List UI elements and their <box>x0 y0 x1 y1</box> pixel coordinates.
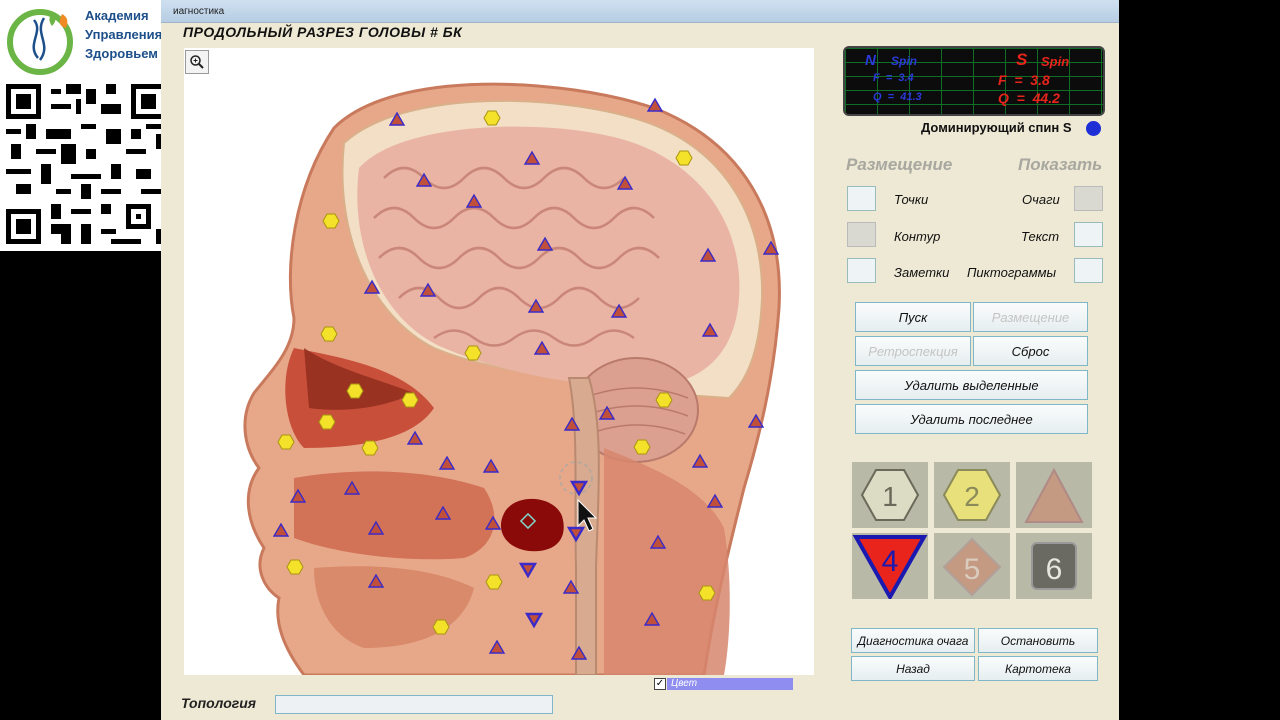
focus-diagnostics-button[interactable]: Диагностика очага <box>851 628 975 653</box>
marker-6-tile[interactable]: 6 <box>1016 533 1092 599</box>
color-label: Цвет <box>667 678 793 690</box>
s-spin-label: Spin <box>1041 54 1070 69</box>
dominant-spin-indicator <box>1086 121 1101 136</box>
marker-3-tile[interactable] <box>1016 462 1092 528</box>
academy-logo-icon <box>4 4 76 76</box>
marker-2-number: 2 <box>964 481 980 512</box>
marker-2-tile[interactable]: 2 <box>934 462 1010 528</box>
placement-button[interactable]: Размещение <box>973 302 1088 332</box>
foci-checkbox[interactable] <box>1074 186 1103 211</box>
placement-section-title: Размещение <box>846 155 953 174</box>
reset-button[interactable]: Сброс <box>973 336 1088 366</box>
contour-label: Контур <box>894 229 941 244</box>
marker-5-tile[interactable]: 5 <box>934 533 1010 599</box>
notes-label: Заметки <box>894 265 950 280</box>
marker-6-number: 6 <box>1046 553 1063 586</box>
logo-line-1: Академия <box>85 8 149 23</box>
color-checkbox[interactable]: ✓ <box>654 678 666 690</box>
card-index-button[interactable]: Картотека <box>978 656 1098 681</box>
delete-selected-button[interactable]: Удалить выделенные <box>855 370 1088 400</box>
marker-1-number: 1 <box>882 481 898 512</box>
topology-label: Топология <box>181 695 257 711</box>
s-f-value: F = 3.8 <box>998 72 1050 88</box>
marker-1-tile[interactable]: 1 <box>852 462 928 528</box>
delete-last-button[interactable]: Удалить последнее <box>855 404 1088 434</box>
stop-button[interactable]: Остановить <box>978 628 1098 653</box>
back-button[interactable]: Назад <box>851 656 975 681</box>
pictograms-label: Пиктограммы <box>967 265 1057 280</box>
start-button[interactable]: Пуск <box>855 302 971 332</box>
marker-4-tile[interactable]: 4 <box>852 533 928 602</box>
topology-input[interactable] <box>275 695 553 714</box>
marker-5-number: 5 <box>964 553 981 586</box>
n-q-value: Q = 41.3 <box>873 91 922 103</box>
head-section-image[interactable] <box>184 48 814 675</box>
points-checkbox[interactable] <box>847 186 876 211</box>
n-spin-label: Spin <box>891 54 917 68</box>
pictograms-checkbox[interactable] <box>1074 258 1103 283</box>
foci-label: Очаги <box>1022 192 1060 207</box>
logo-line-2: Управления <box>85 27 163 42</box>
s-q-value: Q = 44.2 <box>998 90 1060 106</box>
qr-code-image <box>6 84 166 244</box>
logo-line-3: Здоровьем <box>85 46 158 61</box>
zoom-icon[interactable] <box>185 50 209 74</box>
head-anatomy-illustration <box>243 82 781 675</box>
academy-logo-panel: Академия Управления Здоровьем <box>0 0 176 251</box>
window-title: иагностика <box>173 6 225 17</box>
marker-4-number: 4 <box>882 545 899 578</box>
n-f-value: F = 3.4 <box>873 72 914 84</box>
s-label: S <box>1016 50 1028 69</box>
spin-display: N Spin F = 3.4 Q = 41.3 S Spin F = 3.8 Q… <box>843 46 1105 116</box>
page-title: ПРОДОЛЬНЫЙ РАЗРЕЗ ГОЛОВЫ # БК <box>183 24 463 40</box>
points-label: Точки <box>894 192 929 207</box>
dominant-spin-label: Доминирующий спин S <box>921 120 1072 135</box>
contour-checkbox[interactable] <box>847 222 876 247</box>
window-titlebar: иагностика <box>161 0 1119 23</box>
diagnostics-window: иагностика ПРОДОЛЬНЫЙ РАЗРЕЗ ГОЛОВЫ # БК <box>161 0 1119 720</box>
show-section-title: Показать <box>1018 155 1103 174</box>
retrospection-button[interactable]: Ретроспекция <box>855 336 971 366</box>
text-checkbox[interactable] <box>1074 222 1103 247</box>
notes-checkbox[interactable] <box>847 258 876 283</box>
text-label: Текст <box>1021 229 1060 244</box>
n-label: N <box>865 52 876 69</box>
